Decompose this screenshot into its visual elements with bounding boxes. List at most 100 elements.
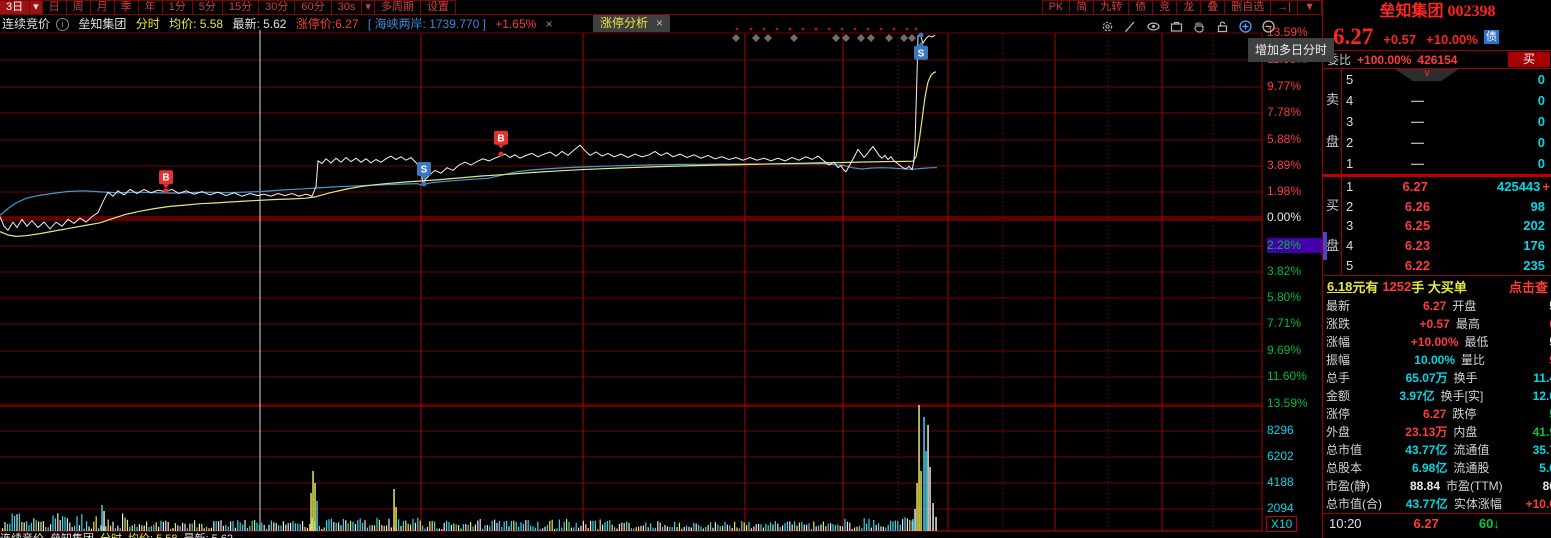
toolbar-button-九转[interactable]: 九转 <box>1093 0 1130 14</box>
toolbar-button-竞[interactable]: 竞 <box>1152 0 1178 14</box>
diamond-marker-icon <box>857 34 865 42</box>
period-button-多周期[interactable]: 多周期 <box>373 0 421 14</box>
period-button-5分[interactable]: 5分 <box>191 0 223 14</box>
ask-row-2[interactable]: 2—0 <box>1342 132 1551 153</box>
bid-row-3[interactable]: 3 6.25 202 <box>1342 216 1551 236</box>
stock-title: 垒知集团 002398 <box>1379 3 1496 20</box>
axis-label: 9.69% <box>1267 343 1302 357</box>
period-button-30s[interactable]: 30s <box>330 0 363 14</box>
seal-dot-icon <box>814 27 818 31</box>
toolbar-button-PK[interactable]: PK <box>1041 0 1071 14</box>
sell-side-label: 卖盘 <box>1326 92 1340 149</box>
toolbar-button-删自选[interactable]: 删自选 <box>1224 0 1272 14</box>
period-button-15分[interactable]: 15分 <box>221 0 260 14</box>
stat-row: 市盈(静)88.84市盈(TTM)86 <box>1326 479 1551 493</box>
dropdown-arrow-icon[interactable]: ▾ <box>29 0 43 14</box>
stat-row: 金额3.97亿换手[实]12.0 <box>1326 389 1551 403</box>
toolbar-left-group: 3日 ▾ 日周月季年 1分 5分 15分 30分 60分 30s ▾ 多周期 设置 <box>0 0 456 14</box>
stat-row: 总市值43.77亿流通值35.7 <box>1326 443 1551 457</box>
toolbar-button-→|[interactable]: →| <box>1270 0 1299 14</box>
period-button-日[interactable]: 日 <box>41 0 67 14</box>
toolbar-button-叠[interactable]: 叠 <box>1200 0 1226 14</box>
period-button-1分[interactable]: 1分 <box>161 0 193 14</box>
pen-icon[interactable] <box>1123 19 1138 34</box>
diamond-marker-icon <box>908 34 916 42</box>
alert-action-link[interactable]: 点击查 <box>1509 277 1548 296</box>
period-button-30分[interactable]: 30分 <box>258 0 296 14</box>
period-label: 分时 <box>135 17 160 31</box>
sell-marker: S <box>914 32 928 60</box>
big-order-alert[interactable]: 6.18 元有 1252 手 大买单 点击查 <box>1323 275 1551 297</box>
stats-grid: 最新6.27开盘5 涨跌+0.57最高6 涨幅+10.00%最低5 振幅10.00%量… <box>1323 297 1551 513</box>
seal-dot-icon <box>788 27 792 31</box>
axis-label: 7.78% <box>1267 105 1302 119</box>
seal-dot-icon <box>879 27 883 31</box>
bid-row-4[interactable]: 4 6.23 176 <box>1342 236 1551 256</box>
stat-row: 涨跌+0.57最高6 <box>1326 317 1551 331</box>
buy-marker: B <box>494 130 508 157</box>
quote-panel: 垒知集团 002398 6.27 +0.57 +10.00% 债 委比 +100… <box>1322 0 1551 538</box>
period-button-月[interactable]: 月 <box>89 0 115 14</box>
period-button-60分[interactable]: 60分 <box>294 0 332 14</box>
last-tick-time: 10:20 <box>1329 515 1362 531</box>
price-change: +0.57 <box>1383 32 1417 47</box>
buy-button[interactable]: 买 <box>1508 52 1550 67</box>
last-tick-price: 6.27 <box>1413 515 1439 531</box>
seal-dot-icon <box>914 27 918 31</box>
bid-row-1[interactable]: 1 6.27 425443 + <box>1342 177 1551 197</box>
overlay-close-icon[interactable]: × <box>546 17 553 31</box>
axis-label: 5.80% <box>1267 290 1302 304</box>
session-label: 连续竞价 <box>2 17 51 31</box>
period-button-设置[interactable]: 设置 <box>419 0 456 14</box>
down-arrow-icon: ↓ <box>1493 515 1500 531</box>
volume-axis-label: 2094 <box>1267 501 1294 515</box>
zoom-in-icon[interactable] <box>1238 19 1253 34</box>
stat-row: 总手65.07万换手11.4 <box>1326 371 1551 385</box>
toolbar-button-简[interactable]: 简 <box>1069 0 1095 14</box>
ask-row-3[interactable]: 3—0 <box>1342 111 1551 132</box>
bid-row-5[interactable]: 5 6.22 235 <box>1342 255 1551 275</box>
lock-icon[interactable] <box>1215 19 1230 34</box>
toolbar-button-债[interactable]: 债 <box>1128 0 1154 14</box>
limit-up-price-label: 涨停价:6.27 <box>295 17 359 31</box>
tab-close-icon[interactable]: × <box>656 16 663 30</box>
bond-badge[interactable]: 债 <box>1483 30 1499 44</box>
stat-row: 涨停6.27跌停5 <box>1326 407 1551 421</box>
bid-row-2[interactable]: 2 6.26 98 <box>1342 197 1551 217</box>
volume-unit-label: X10 <box>1266 516 1298 532</box>
ask-row-4[interactable]: 4—0 <box>1342 90 1551 111</box>
tick-speed: 60↓ <box>1478 515 1500 531</box>
volume-axis-label: 8296 <box>1267 423 1294 437</box>
gear-icon[interactable] <box>1100 19 1115 34</box>
index-overlay-label: [ 海峡两岸: 1739.770 ] <box>367 17 486 31</box>
period-button-3日[interactable]: 3日 <box>0 0 31 14</box>
volume-axis-label: 4188 <box>1267 475 1294 489</box>
eye-icon[interactable] <box>1146 19 1161 34</box>
axis-label: 5.88% <box>1267 132 1302 146</box>
buy-side-label: 买盘 <box>1326 198 1340 253</box>
ask-row-1[interactable]: 1—0 <box>1342 153 1551 174</box>
info-icon[interactable]: i <box>56 18 70 31</box>
dropdown-arrow-icon[interactable]: ▾ <box>361 0 375 14</box>
toolbar-button-▼[interactable]: ▼ <box>1297 0 1322 14</box>
ask-book: 卖盘 5 0 4—0 3—0 2—0 1—0 ∨ <box>1323 69 1551 174</box>
diamond-marker-icon <box>900 34 908 42</box>
hand-icon[interactable] <box>1192 19 1207 34</box>
stat-row: 振幅10.00%量比9 <box>1326 353 1551 367</box>
period-button-年[interactable]: 年 <box>137 0 163 14</box>
tab-limit-up-analysis[interactable]: 涨停分析 × <box>593 14 671 32</box>
period-button-周[interactable]: 周 <box>65 0 91 14</box>
price-row: 6.27 +0.57 +10.00% 债 <box>1323 24 1551 50</box>
period-button-季[interactable]: 季 <box>113 0 139 14</box>
intraday-chart[interactable]: B S B S <box>0 0 1263 538</box>
toolbox-icon[interactable] <box>1169 19 1184 34</box>
clipped-next-row: 连续竞价垒知集团分时均价: 5.58最新: 5.62 <box>0 532 1263 538</box>
tab-label: 涨停分析 <box>600 16 649 30</box>
axis-label: 9.77% <box>1267 79 1302 93</box>
scroll-indicator[interactable] <box>1323 232 1327 260</box>
toolbar-button-龙[interactable]: 龙 <box>1176 0 1202 14</box>
zoom-out-icon[interactable] <box>1261 19 1276 34</box>
seal-dot-icon <box>905 27 909 31</box>
svg-text:S: S <box>918 48 925 59</box>
diamond-marker-icon <box>764 34 772 42</box>
